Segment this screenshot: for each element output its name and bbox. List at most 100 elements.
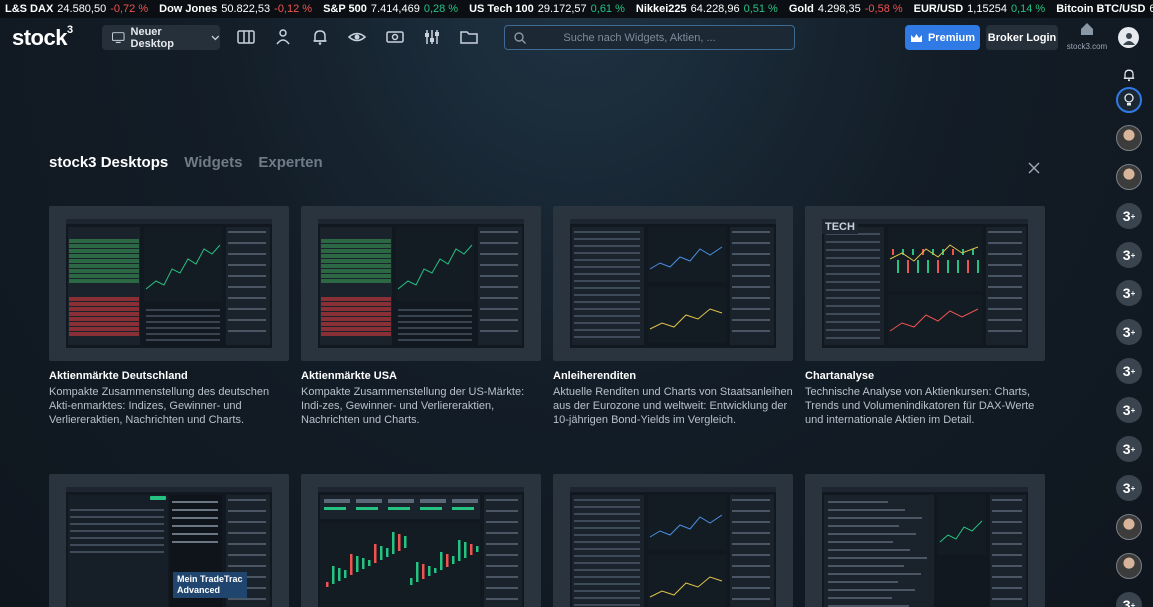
right-rail: 3 + 3 + 3 + 3 + 3 + 3 + 3 + 3 + 3 + xyxy=(1113,58,1145,607)
rail-stock3-icon[interactable]: 3 + xyxy=(1116,592,1142,607)
desktop-card[interactable]: Mein TradeTrac Advanced xyxy=(49,474,289,607)
ticker-item[interactable]: Gold 4.298,35 -0,58 % xyxy=(789,3,903,15)
broker-login-label: Broker Login xyxy=(987,31,1057,44)
ticker-change: 0,14 % xyxy=(1010,3,1046,15)
ticker-item[interactable]: S&P 500 7.414,469 0,28 % xyxy=(323,3,458,15)
ticker-change: 0,51 % xyxy=(743,3,778,15)
sliders-icon[interactable] xyxy=(422,27,442,47)
ticker-change: -0,12 % xyxy=(274,3,313,15)
ticker-change: 0,61 % xyxy=(590,3,625,15)
crown-icon xyxy=(910,33,922,42)
ticker-name: S&P 500 xyxy=(323,3,367,15)
ticker-value: 24.580,50 xyxy=(57,3,107,15)
home-icon xyxy=(1081,23,1093,35)
desktop-card[interactable] xyxy=(553,474,793,607)
stock3-logo[interactable]: stock3 xyxy=(12,24,73,51)
ticker-value: 64.228,96 xyxy=(690,3,740,15)
desktop-card[interactable] xyxy=(301,474,541,607)
ticker-change: 0,28 % xyxy=(423,3,459,15)
rail-expert-avatar[interactable] xyxy=(1116,125,1142,151)
new-desktop-button[interactable]: Neuer Desktop xyxy=(102,25,220,50)
search-input[interactable] xyxy=(505,31,794,44)
new-desktop-label: Neuer Desktop xyxy=(130,25,174,50)
card-title[interactable]: Chartanalyse xyxy=(805,370,1045,382)
card-description: Kompakte Zusammenstellung der US-Märkte:… xyxy=(301,386,525,426)
desktop-preview-image[interactable] xyxy=(301,206,541,361)
desktop-preview-image[interactable]: TECH xyxy=(805,206,1045,361)
ticker-item[interactable]: Bitcoin BTC/USD63.026,882,07 % xyxy=(1056,3,1153,15)
layout-icon[interactable] xyxy=(236,27,256,47)
ticker-item[interactable]: L&S DAX 24.580,50 -0,72 % xyxy=(5,3,148,15)
rail-stock3-icon[interactable]: 3 + xyxy=(1116,436,1142,462)
rail-stock3-icon[interactable]: 3 + xyxy=(1116,475,1142,501)
broker-login-button[interactable]: Broker Login xyxy=(986,25,1058,50)
rail-expert-avatar[interactable] xyxy=(1116,514,1142,540)
preview-overlay-line: Advanced xyxy=(177,585,221,595)
desktop-preview-image[interactable] xyxy=(553,474,793,607)
rail-stock3-icon[interactable]: 3 + xyxy=(1116,319,1142,345)
rail-stock3-icon[interactable]: 3 + xyxy=(1116,242,1142,268)
desktop-preview-image[interactable] xyxy=(301,474,541,607)
ticker-item[interactable]: US Tech 100 29.172,57 0,61 % xyxy=(469,3,625,15)
desktop-preview-image[interactable]: Mein TradeTrac Advanced xyxy=(49,474,289,607)
rail-stock3-icon[interactable]: 3 + xyxy=(1116,203,1142,229)
stock3com-link[interactable]: stock3.com xyxy=(1066,22,1108,54)
card-description: Technische Analyse von Aktienkursen: Cha… xyxy=(805,386,1035,426)
folder-icon[interactable] xyxy=(459,27,479,47)
search-icon xyxy=(514,32,526,44)
ticker-item[interactable]: EUR/USD 1,15254 0,14 % xyxy=(914,3,1046,15)
ticker-item[interactable]: Dow Jones 50.822,53 -0,12 % xyxy=(159,3,312,15)
desktop-preview-image[interactable] xyxy=(805,474,1045,607)
premium-button[interactable]: Premium xyxy=(905,25,980,50)
ticker-name: L&S DAX xyxy=(5,3,54,15)
card-description: Aktuelle Renditen und Charts von Staatsa… xyxy=(553,386,793,426)
premium-label: Premium xyxy=(927,31,976,44)
card-description: Kompakte Zusammenstellung des deutschen … xyxy=(49,386,270,426)
search-bar[interactable] xyxy=(504,25,795,50)
top-bar: stock3 Neuer Desktop Premium Broker Logi… xyxy=(0,18,1153,58)
rail-bulb-icon[interactable] xyxy=(1116,87,1142,113)
ticker-value: 4.298,35 xyxy=(817,3,861,15)
ticker-value: 1,15254 xyxy=(967,3,1007,15)
desktop-card[interactable]: Aktienmärkte Deutschland Kompakte Zusamme… xyxy=(49,206,289,427)
bell-icon[interactable] xyxy=(310,27,330,47)
ticker-name: EUR/USD xyxy=(913,3,964,15)
money-icon[interactable] xyxy=(385,27,405,47)
user-icon xyxy=(1122,32,1135,45)
ticker-value: 29.172,57 xyxy=(537,3,587,15)
rail-stock3-icon[interactable]: 3 + xyxy=(1116,358,1142,384)
preview-badge: TECH xyxy=(822,220,858,234)
desktop-card[interactable]: Anleiherenditen Aktuelle Renditen und Cha… xyxy=(553,206,793,427)
card-title[interactable]: Aktienmärkte USA xyxy=(301,370,541,382)
user-avatar[interactable] xyxy=(1118,27,1139,48)
desktop-preview-image[interactable] xyxy=(553,206,793,361)
rail-stock3-icon[interactable]: 3 + xyxy=(1116,397,1142,423)
ticker-name: US Tech 100 xyxy=(469,3,534,15)
ticker-value: 50.822,53 xyxy=(221,3,271,15)
tab-stock3-desktops[interactable]: stock3 Desktops xyxy=(49,154,168,171)
market-ticker: L&S DAX 24.580,50 -0,72 % Dow Jones 50.822,5… xyxy=(0,0,1153,18)
tab-experten[interactable]: Experten xyxy=(258,154,322,171)
rail-stock3-icon[interactable]: 3 + xyxy=(1116,280,1142,306)
card-title[interactable]: Anleiherenditen xyxy=(553,370,793,382)
desktop-card[interactable] xyxy=(805,474,1045,607)
ticker-name: Dow Jones xyxy=(159,3,218,15)
ticker-name: Bitcoin BTC/USD xyxy=(1056,3,1146,15)
eye-icon[interactable] xyxy=(347,27,367,47)
tab-widgets[interactable]: Widgets xyxy=(184,154,242,171)
ticker-name: Nikkei225 xyxy=(635,3,687,15)
close-icon[interactable] xyxy=(1026,160,1042,176)
card-title[interactable]: Aktienmärkte Deutschland xyxy=(49,370,289,382)
rail-bell-icon[interactable] xyxy=(1116,62,1142,88)
ticker-value: 7.414,469 xyxy=(370,3,420,15)
chevron-down-icon xyxy=(211,35,220,40)
preview-overlay-line: Mein TradeTrac xyxy=(177,574,243,584)
desktop-card[interactable]: TECH Chartanalyse Technische Analyse von A… xyxy=(805,206,1045,427)
gallery-tabs: stock3 Desktops Widgets Experten xyxy=(49,154,323,171)
ticker-item[interactable]: Nikkei225 64.228,96 0,51 % xyxy=(636,3,778,15)
person-pin-icon[interactable] xyxy=(273,27,293,47)
desktop-preview-image[interactable] xyxy=(49,206,289,361)
desktop-card[interactable]: Aktienmärkte USA Kompakte Zusammenstellun… xyxy=(301,206,541,427)
rail-expert-avatar[interactable] xyxy=(1116,164,1142,190)
rail-expert-avatar[interactable] xyxy=(1116,553,1142,579)
